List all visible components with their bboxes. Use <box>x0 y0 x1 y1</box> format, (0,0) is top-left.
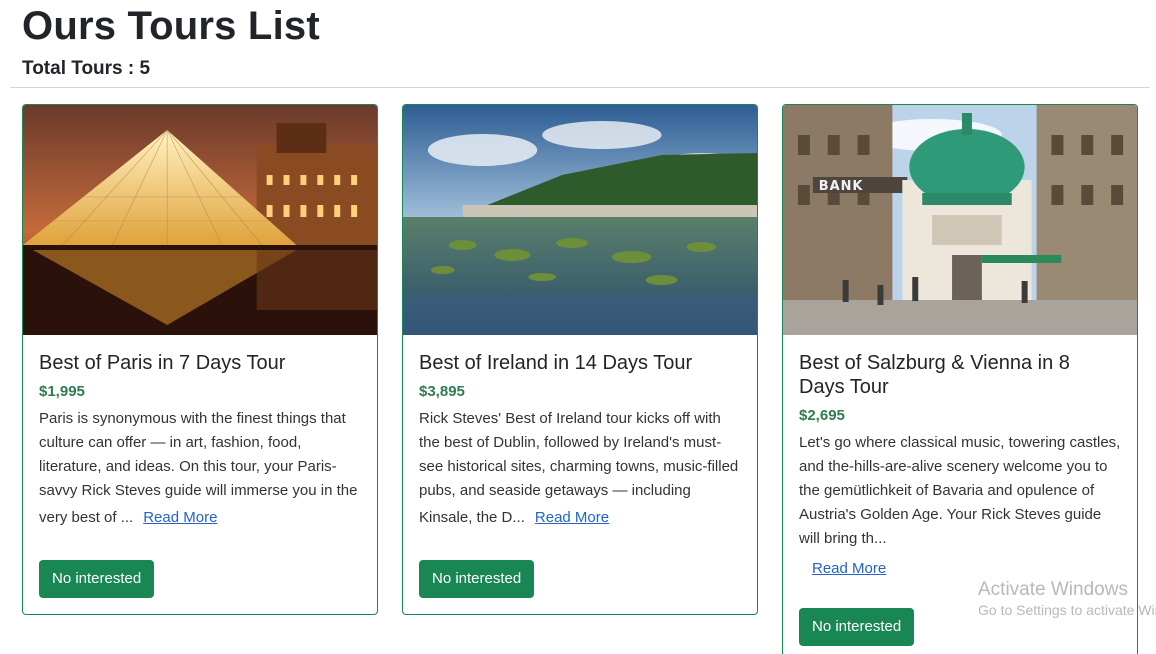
windows-activation-watermark: Activate Windows Go to Settings to activ… <box>978 578 1156 619</box>
not-interested-button[interactable]: No interested <box>419 560 535 598</box>
page-title: Ours Tours List <box>22 4 320 48</box>
tour-price: $1,995 <box>39 383 85 400</box>
tour-card-ireland: Best of Ireland in 14 Days Tour $3,895 R… <box>402 104 758 615</box>
tour-title: Best of Salzburg & Vienna in 8 Days Tour <box>799 352 1070 398</box>
not-interested-button[interactable]: No interested <box>799 608 915 646</box>
tour-image-ireland <box>403 105 757 335</box>
tour-description: Paris is synonymous with the finest thin… <box>39 407 361 533</box>
read-more-link[interactable]: Read More <box>143 503 217 533</box>
tour-card-salzburg-vienna: BANK Best of Salzburg & Vienna in 8 Days… <box>782 104 1138 654</box>
tour-price: $3,895 <box>419 383 465 400</box>
tour-title: Best of Ireland in 14 Days Tour <box>419 352 693 374</box>
tour-price: $2,695 <box>799 407 845 424</box>
header-divider <box>10 87 1150 88</box>
tour-card-paris: Best of Paris in 7 Days Tour $1,995 Pari… <box>22 104 378 615</box>
total-tours-count: Total Tours : 5 <box>22 58 151 79</box>
tour-title: Best of Paris in 7 Days Tour <box>39 352 286 374</box>
watermark-subtitle: Go to Settings to activate Windows. <box>978 601 1156 618</box>
tour-description: Rick Steves' Best of Ireland tour kicks … <box>419 407 741 533</box>
not-interested-button[interactable]: No interested <box>39 560 155 598</box>
bank-sign-text: BANK <box>819 179 864 194</box>
tour-image-vienna: BANK <box>783 105 1137 335</box>
tour-description: Let's go where classical music, towering… <box>799 434 1121 547</box>
watermark-title: Activate Windows <box>978 579 1128 600</box>
tour-image-paris <box>23 105 377 335</box>
read-more-link[interactable]: Read More <box>535 503 609 533</box>
